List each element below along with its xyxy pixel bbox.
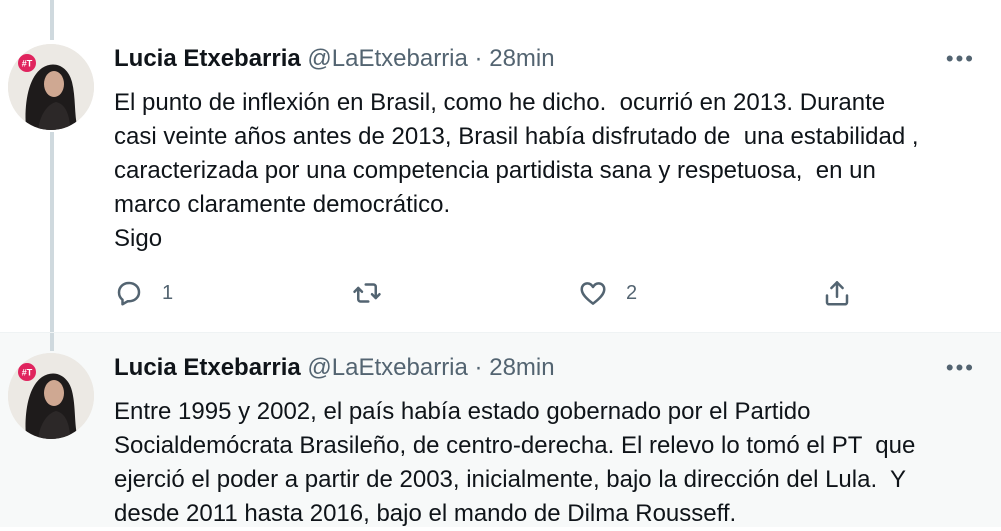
tweet-text-line: caracterizada por una competencia partid… xyxy=(114,157,876,184)
author-name[interactable]: Lucia Etxebarria xyxy=(114,45,301,72)
author-name[interactable]: Lucia Etxebarria xyxy=(114,354,301,381)
reply-icon xyxy=(117,281,141,306)
more-icon[interactable]: ••• xyxy=(946,355,975,381)
tweet-text-line: marco claramente democrático. xyxy=(114,191,451,218)
avatar[interactable]: #T xyxy=(8,44,94,130)
like-count: 2 xyxy=(626,281,638,304)
tweet-text-line: Entre 1995 y 2002, el país había estado … xyxy=(114,398,811,425)
retweet-icon xyxy=(353,283,381,303)
tweet-text-line: El punto de inflexión en Brasil, como he… xyxy=(114,89,886,116)
tweet-text: Entre 1995 y 2002, el país había estado … xyxy=(114,395,984,531)
tweet-text-line: casi veinte años antes de 2013, Brasil h… xyxy=(114,123,919,150)
tweet-text-line: Sigo xyxy=(114,225,163,252)
tweet-header: Lucia Etxebarria @LaEtxebarria · 28min xyxy=(114,44,555,74)
tweet-time[interactable]: 28min xyxy=(489,354,554,381)
thread-line xyxy=(50,0,54,40)
separator: · xyxy=(474,45,483,72)
avatar-image: #T xyxy=(8,44,94,130)
tweet-text: El punto de inflexión en Brasil, como he… xyxy=(114,86,984,256)
avatar-image: #T xyxy=(8,353,94,439)
reply-button[interactable]: 1 xyxy=(114,278,173,308)
tweet-text-line: Socialdemócrata Brasileño, de centro-der… xyxy=(114,432,916,459)
more-icon[interactable]: ••• xyxy=(946,46,975,72)
share-icon xyxy=(825,281,849,306)
author-handle[interactable]: @LaEtxebarria xyxy=(307,45,467,72)
tweet[interactable]: #T Lucia Etxebarria @LaEtxebarria · 28mi… xyxy=(0,332,1001,527)
tweet[interactable]: #T Lucia Etxebarria @LaEtxebarria · 28mi… xyxy=(0,0,1001,332)
thread-line xyxy=(50,132,54,332)
reply-count: 1 xyxy=(162,281,174,304)
tweet-time[interactable]: 28min xyxy=(489,45,554,72)
separator: · xyxy=(474,354,483,381)
avatar-badge: #T xyxy=(22,368,33,378)
heart-icon xyxy=(580,282,606,305)
thread-line xyxy=(50,333,54,351)
tweet-actions: 1 2 xyxy=(114,278,874,310)
retweet-button[interactable] xyxy=(352,278,400,308)
like-button[interactable]: 2 xyxy=(578,278,637,308)
tweet-header: Lucia Etxebarria @LaEtxebarria · 28min xyxy=(114,353,555,383)
author-handle[interactable]: @LaEtxebarria xyxy=(307,354,467,381)
tweet-text-line: ejerció el poder a partir de 2003, inici… xyxy=(114,466,907,493)
avatar-badge: #T xyxy=(22,59,33,69)
share-button[interactable] xyxy=(822,278,852,308)
avatar[interactable]: #T xyxy=(8,353,94,439)
